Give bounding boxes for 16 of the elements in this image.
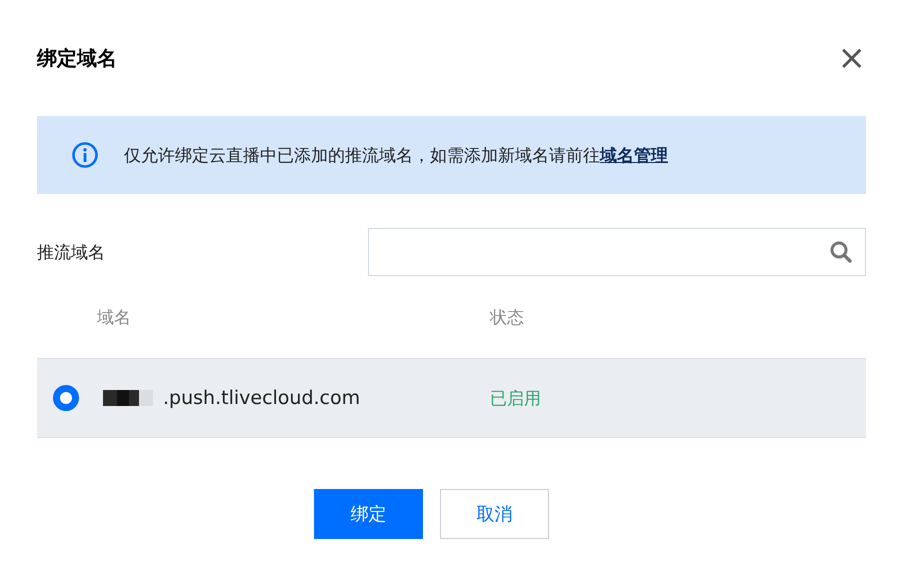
domain-management-link[interactable]: 域名管理 — [600, 146, 668, 166]
redaction-block — [103, 390, 153, 406]
table-cell: .push.tlivecloud.com — [163, 387, 360, 409]
radio-button[interactable] — [53, 385, 79, 411]
column-header: 状态 — [490, 306, 525, 328]
search-field[interactable] — [368, 228, 866, 276]
cancel-button[interactable]: 取消 — [440, 489, 549, 539]
search-icon[interactable] — [829, 240, 853, 264]
notice-text: 仅允许绑定云直播中已添加的推流域名，如需添加新域名请前往域名管理 — [124, 144, 668, 166]
info-icon — [71, 141, 99, 169]
dialog-title: 绑定域名 — [37, 44, 117, 72]
status-text: 已启用 — [490, 388, 542, 410]
bind-button[interactable]: 绑定 — [314, 489, 423, 539]
column-header: 域名 — [96, 306, 132, 328]
close-button[interactable]: × — [838, 41, 866, 75]
field-label: 推流域名 — [37, 242, 105, 264]
